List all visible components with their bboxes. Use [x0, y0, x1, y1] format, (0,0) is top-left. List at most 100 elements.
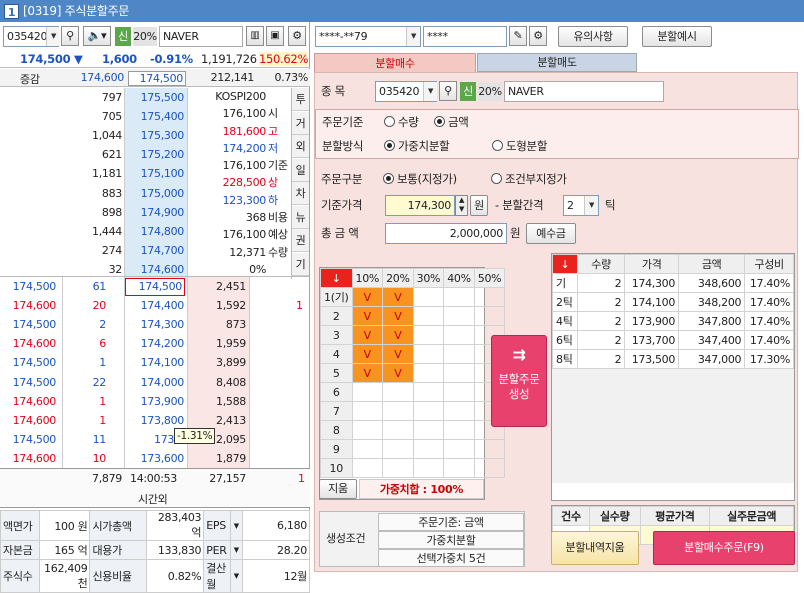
- order-row[interactable]: 6틱 2 173,700 347,400 17.40%: [552, 330, 794, 350]
- generate-split-button[interactable]: ⇉ 분할주문 생성: [491, 335, 547, 427]
- notice-button[interactable]: 유의사항: [558, 26, 628, 47]
- bid-row[interactable]: 174,600 10 173,600 1,879: [0, 449, 310, 468]
- weight-cell[interactable]: [351, 439, 384, 459]
- side-tab[interactable]: 권: [292, 229, 309, 252]
- weight-cell[interactable]: V: [351, 363, 384, 383]
- method-shape-radio[interactable]: 도형분할: [492, 136, 547, 156]
- weight-cell[interactable]: [443, 401, 475, 421]
- basis-qty-radio[interactable]: 수량: [384, 112, 419, 132]
- weight-cell[interactable]: [443, 363, 475, 383]
- order-row[interactable]: [552, 368, 794, 388]
- tab-buy[interactable]: 분할매수: [314, 53, 476, 73]
- weight-cell[interactable]: [412, 287, 445, 307]
- sort-arrow-icon[interactable]: ↓: [320, 268, 353, 288]
- password-input[interactable]: ****: [423, 26, 507, 47]
- weight-cell[interactable]: V: [351, 287, 384, 307]
- order-row[interactable]: [552, 463, 794, 483]
- weight-cell[interactable]: [351, 382, 384, 402]
- weight-cell[interactable]: [412, 325, 445, 345]
- weight-cell[interactable]: [382, 382, 414, 402]
- weight-cell[interactable]: V: [382, 363, 414, 383]
- side-tab[interactable]: 차: [292, 182, 309, 205]
- order-row[interactable]: 2틱 2 174,100 348,200 17.40%: [552, 292, 794, 312]
- side-tab[interactable]: 일: [292, 158, 309, 182]
- weight-cell[interactable]: [351, 458, 384, 478]
- ask-row[interactable]: 621 175,200: [0, 145, 190, 164]
- weight-cell[interactable]: [443, 382, 475, 402]
- order-search-icon[interactable]: ⚲: [439, 81, 457, 101]
- bid-row[interactable]: 174,600 1 173,900 1,588: [0, 392, 310, 411]
- bid-row[interactable]: 174,600 20 174,400 1,592 1: [0, 296, 310, 315]
- weight-cell[interactable]: [443, 439, 475, 459]
- weight-cell[interactable]: [473, 439, 506, 459]
- weight-col[interactable]: 20%: [382, 268, 414, 288]
- order-row[interactable]: [552, 425, 794, 445]
- won-unit-button[interactable]: 원: [470, 195, 488, 216]
- weight-col[interactable]: 30%: [412, 268, 445, 288]
- weight-cell[interactable]: [443, 458, 475, 478]
- base-price-input[interactable]: 174,300: [385, 195, 455, 216]
- interval-dropdown-arrow[interactable]: ▼: [584, 196, 598, 215]
- weight-cell[interactable]: V: [351, 344, 384, 364]
- fund-dropdown-arrow[interactable]: ▼: [229, 510, 243, 541]
- weight-cell[interactable]: [412, 439, 445, 459]
- bid-row[interactable]: 174,500 11 173,7 2,095: [0, 430, 310, 449]
- weight-cell[interactable]: [351, 420, 384, 440]
- ask-row[interactable]: 1,181 175,100: [0, 164, 190, 183]
- weight-cell[interactable]: [351, 401, 384, 421]
- ask-row[interactable]: 883 175,000: [0, 184, 190, 203]
- weight-cell[interactable]: V: [382, 344, 414, 364]
- weight-cell[interactable]: [443, 325, 475, 345]
- order-col[interactable]: 구성비: [744, 254, 794, 274]
- layout-icon[interactable]: ▣: [266, 26, 284, 46]
- stock-name-field[interactable]: NAVER: [159, 26, 243, 47]
- bid-row[interactable]: 174,500 22 174,000 8,408: [0, 373, 310, 392]
- order-code-dropdown-arrow[interactable]: ▼: [423, 82, 437, 101]
- bid-row[interactable]: 174,500 1 174,100 3,899: [0, 353, 310, 372]
- example-button[interactable]: 분할예시: [642, 26, 712, 47]
- bid-row[interactable]: 174,500 61 174,500 2,451: [0, 277, 310, 296]
- side-tab[interactable]: 거: [292, 111, 309, 135]
- order-col[interactable]: 수량: [576, 254, 626, 274]
- split-buy-order-button[interactable]: 분할매수주문(F9): [653, 531, 795, 565]
- weight-cell[interactable]: [412, 458, 445, 478]
- chart-icon[interactable]: ▥: [246, 26, 264, 46]
- weight-cell[interactable]: [443, 306, 475, 326]
- weight-col[interactable]: 40%: [443, 268, 475, 288]
- weight-cell[interactable]: [412, 363, 445, 383]
- bid-row[interactable]: 174,600 6 174,200 1,959: [0, 334, 310, 353]
- weight-cell[interactable]: V: [382, 325, 414, 345]
- account-dropdown-arrow[interactable]: ▼: [406, 27, 420, 46]
- side-tab[interactable]: 기: [292, 252, 309, 276]
- order-row[interactable]: [552, 444, 794, 464]
- order-row[interactable]: [552, 406, 794, 426]
- bid-row[interactable]: 174,500 2 174,300 873: [0, 315, 310, 334]
- fund-dropdown-arrow[interactable]: ▼: [229, 559, 243, 593]
- weight-cell[interactable]: [473, 287, 506, 307]
- erase-button[interactable]: 지움: [319, 479, 357, 499]
- weight-cell[interactable]: [412, 344, 445, 364]
- tab-sell[interactable]: 분할매도: [477, 53, 637, 72]
- weight-cell[interactable]: [382, 401, 414, 421]
- weight-cell[interactable]: [382, 439, 414, 459]
- order-col[interactable]: 가격: [624, 254, 680, 274]
- order-row[interactable]: 기 2 174,300 348,600 17.40%: [552, 273, 794, 293]
- method-weighted-radio[interactable]: 가중치분할: [384, 136, 450, 156]
- order-row[interactable]: [552, 387, 794, 407]
- ask-row[interactable]: 797 175,500: [0, 88, 190, 107]
- order-sort-icon[interactable]: ↓: [552, 254, 578, 274]
- order-row[interactable]: 4틱 2 173,900 347,800 17.40%: [552, 311, 794, 331]
- weight-cell[interactable]: [473, 458, 506, 478]
- weight-cell[interactable]: [412, 306, 445, 326]
- weight-cell[interactable]: [382, 420, 414, 440]
- side-tab[interactable]: 외: [292, 135, 309, 158]
- speaker-icon[interactable]: 🔈▾: [83, 26, 111, 46]
- fund-dropdown-arrow[interactable]: ▼: [229, 540, 243, 560]
- type-conditional-radio[interactable]: 조건부지정가: [491, 169, 567, 189]
- ask-row[interactable]: 898 174,900: [0, 203, 190, 222]
- ask-row[interactable]: 705 175,400: [0, 107, 190, 126]
- order-col[interactable]: 금액: [678, 254, 746, 274]
- search-icon[interactable]: ⚲: [61, 26, 79, 46]
- eraser-icon[interactable]: ✎: [509, 26, 527, 46]
- weight-cell[interactable]: [473, 306, 506, 326]
